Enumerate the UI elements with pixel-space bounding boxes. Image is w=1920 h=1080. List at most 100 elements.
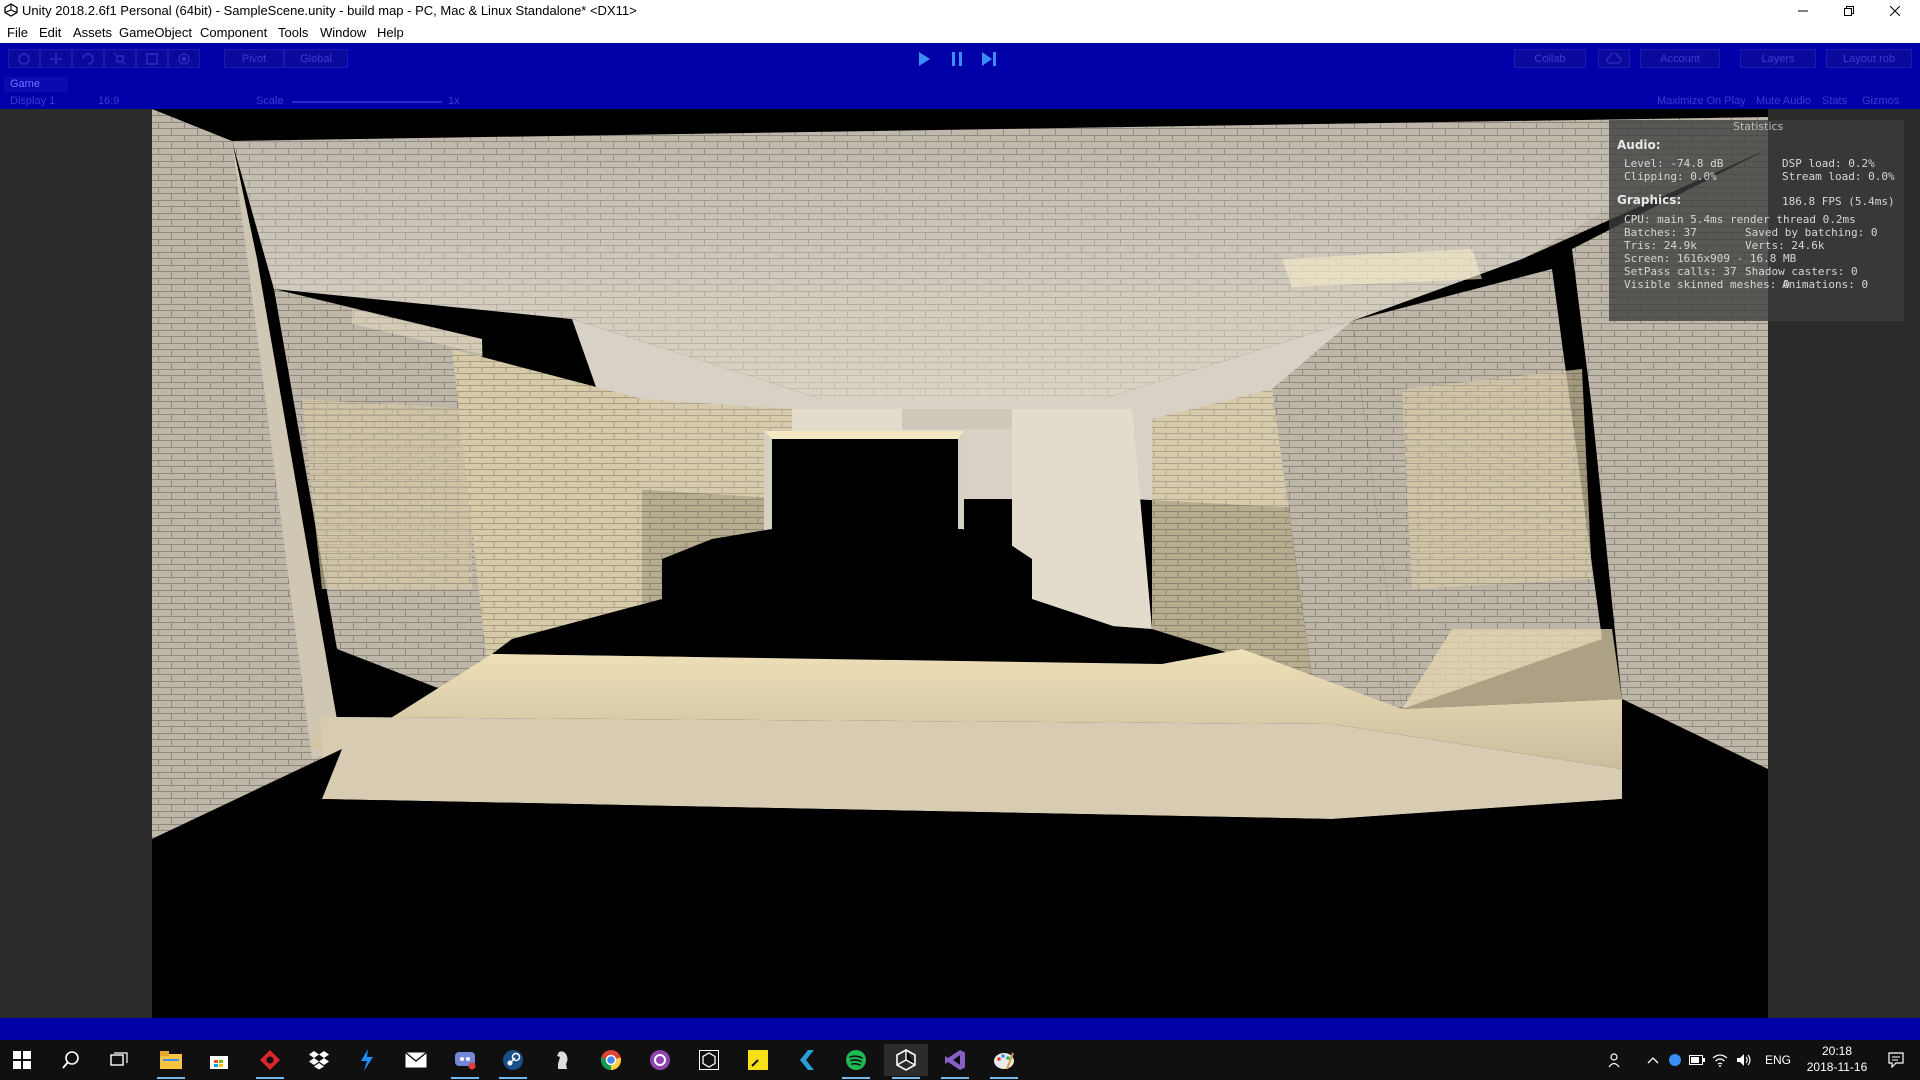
battery-button[interactable]	[1686, 1044, 1708, 1076]
stats-clipping: Clipping: 0.0%	[1624, 170, 1717, 183]
main-toolbar: Pivot Global Collab Account Layers Layou…	[0, 43, 1920, 75]
unity-hub-button[interactable]	[687, 1044, 731, 1076]
maximize-on-play-toggle[interactable]: Maximize On Play	[1657, 95, 1746, 107]
paint-button[interactable]	[982, 1044, 1026, 1079]
scale-slider[interactable]	[292, 101, 442, 103]
collab-dropdown[interactable]: Collab	[1514, 49, 1586, 68]
tray-overflow-button[interactable]	[1642, 1044, 1664, 1076]
sticky-notes-button[interactable]	[736, 1044, 780, 1076]
stats-cpu: CPU: main 5.4ms render thread 0.2ms	[1624, 213, 1856, 226]
store-button[interactable]	[197, 1044, 241, 1076]
notification-icon	[1888, 1052, 1904, 1068]
play-button[interactable]	[912, 50, 936, 68]
discord-button[interactable]	[443, 1044, 487, 1079]
scale-tool-button[interactable]	[104, 49, 136, 68]
arrow-app-button[interactable]	[785, 1044, 829, 1076]
step-button[interactable]	[977, 50, 1001, 68]
task-view-button[interactable]	[97, 1044, 141, 1076]
stats-verts: Verts: 24.6k	[1745, 239, 1825, 252]
stats-audio-header: Audio:	[1617, 138, 1661, 152]
close-button[interactable]	[1872, 0, 1918, 22]
file-explorer-button[interactable]	[149, 1044, 193, 1079]
file-explorer-icon	[160, 1051, 182, 1069]
game-viewport[interactable]	[152, 109, 1768, 1018]
account-dropdown[interactable]: Account	[1640, 49, 1720, 68]
tray-app-button[interactable]	[1664, 1044, 1686, 1076]
dropbox-button[interactable]	[297, 1044, 341, 1076]
title-bar: Unity 2018.2.6f1 Personal (64bit) - Samp…	[0, 0, 1920, 22]
global-toggle[interactable]: Global	[284, 49, 348, 68]
clock[interactable]: 20:18 2018-11-16	[1800, 1043, 1874, 1077]
cloud-button[interactable]	[1598, 49, 1630, 68]
red-app-button[interactable]	[248, 1044, 292, 1079]
scale-label: Scale	[256, 95, 284, 107]
menu-edit[interactable]: Edit	[39, 25, 61, 40]
sticky-notes-icon	[748, 1050, 768, 1070]
battery-icon	[1689, 1055, 1705, 1065]
pause-button[interactable]	[945, 50, 969, 68]
move-tool-button[interactable]	[40, 49, 72, 68]
menu-help[interactable]: Help	[377, 25, 404, 40]
volume-icon	[1737, 1054, 1751, 1066]
aspect-dropdown[interactable]: 16:9	[98, 95, 119, 107]
menu-component[interactable]: Component	[200, 25, 267, 40]
wifi-icon	[1712, 1054, 1728, 1067]
action-center-button[interactable]	[1876, 1044, 1916, 1076]
bolt-app-icon	[361, 1049, 373, 1071]
visual-studio-button[interactable]	[933, 1044, 977, 1079]
minimize-button[interactable]	[1780, 0, 1826, 22]
mail-button[interactable]	[394, 1044, 438, 1076]
purple-app-button[interactable]	[638, 1044, 682, 1076]
spotify-button[interactable]	[834, 1044, 878, 1079]
restore-button[interactable]	[1826, 0, 1872, 22]
menu-window[interactable]: Window	[320, 25, 366, 40]
cloud-icon	[1606, 52, 1622, 64]
people-button[interactable]	[1594, 1044, 1638, 1076]
collab-label: Collab	[1534, 52, 1566, 65]
game-tab[interactable]: Game	[4, 77, 68, 92]
dropbox-icon	[309, 1051, 329, 1070]
rotate-tool-button[interactable]	[72, 49, 104, 68]
scene-render	[152, 109, 1768, 1018]
unity-button[interactable]	[884, 1044, 928, 1079]
visual-studio-icon	[945, 1050, 965, 1070]
rect-tool-button[interactable]	[136, 49, 168, 68]
menu-tools[interactable]: Tools	[278, 25, 308, 40]
stats-animations: Animations: 0	[1782, 278, 1869, 291]
search-button[interactable]	[49, 1044, 93, 1076]
language-label: ENG	[1764, 1053, 1791, 1067]
store-icon	[210, 1056, 228, 1069]
pivot-toggle[interactable]: Pivot	[224, 49, 284, 68]
hand-tool-button[interactable]	[8, 49, 40, 68]
transform-icon	[178, 52, 190, 65]
language-indicator[interactable]: ENG	[1760, 1044, 1796, 1076]
steam-button[interactable]	[491, 1044, 535, 1079]
display-dropdown[interactable]: Display 1	[10, 95, 55, 107]
layout-dropdown[interactable]: Layout rob	[1826, 49, 1912, 68]
arrow-app-icon	[800, 1050, 814, 1070]
gizmos-dropdown[interactable]: Gizmos	[1862, 95, 1899, 107]
stats-toggle[interactable]: Stats	[1822, 95, 1847, 107]
chrome-button[interactable]	[589, 1044, 633, 1076]
network-button[interactable]	[1708, 1044, 1732, 1076]
restore-icon	[1844, 6, 1854, 16]
unity-logo-icon	[4, 3, 18, 17]
pivot-label: Pivot	[241, 52, 267, 65]
menu-gameobject[interactable]: GameObject	[119, 25, 192, 40]
play-icon	[919, 52, 930, 66]
stats-batches: Batches: 37	[1624, 226, 1697, 239]
menu-file[interactable]: File	[7, 25, 28, 40]
volume-button[interactable]	[1732, 1044, 1756, 1076]
stats-fps: 186.8 FPS (5.4ms)	[1782, 195, 1895, 208]
mute-audio-toggle[interactable]: Mute Audio	[1756, 95, 1811, 107]
transform-tool-button[interactable]	[168, 49, 200, 68]
stats-setpass: SetPass calls: 37	[1624, 265, 1737, 278]
bolt-app-button[interactable]	[345, 1044, 389, 1076]
unity-icon	[896, 1049, 916, 1071]
discord-icon	[455, 1052, 476, 1070]
steam-icon	[503, 1050, 523, 1070]
start-button[interactable]	[0, 1044, 44, 1076]
chess-button[interactable]	[540, 1044, 584, 1076]
menu-assets[interactable]: Assets	[73, 25, 112, 40]
layers-dropdown[interactable]: Layers	[1740, 49, 1816, 68]
